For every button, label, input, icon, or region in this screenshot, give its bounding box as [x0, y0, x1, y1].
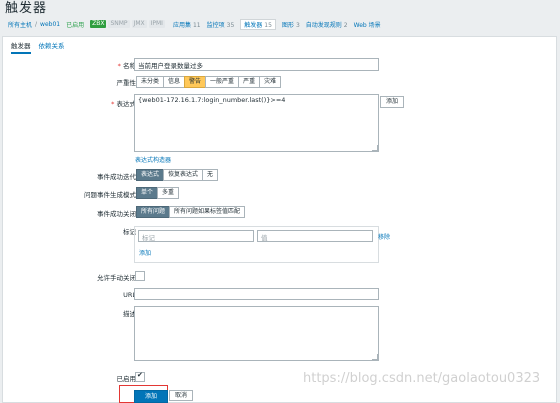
- severity-option-information[interactable]: 信息: [163, 76, 186, 88]
- name-input[interactable]: 当前用户登录数量过多: [134, 58, 379, 71]
- expression-add-button[interactable]: 添加: [380, 96, 405, 108]
- tag-value-input[interactable]: 值: [257, 230, 373, 242]
- ipmi-badge: IPMI: [148, 20, 165, 28]
- ok-event-option-expression[interactable]: 表达式: [136, 169, 165, 181]
- manual-close-checkbox[interactable]: [135, 271, 145, 281]
- nav-triggers[interactable]: 触发器 15: [240, 18, 276, 30]
- snmp-badge: SNMP: [108, 20, 130, 28]
- resize-handle[interactable]: [372, 145, 378, 151]
- description-resize-handle[interactable]: [372, 354, 378, 360]
- nav-applications[interactable]: 应用集 11: [173, 20, 201, 29]
- nav-web-scenarios[interactable]: Web 场景: [354, 20, 381, 29]
- ok-close-label: 事件成功关闭: [97, 210, 136, 218]
- cancel-button[interactable]: 取消: [169, 390, 194, 401]
- manual-close-label: 允许手动关闭: [97, 274, 136, 282]
- nav-items[interactable]: 监控项 35: [207, 20, 235, 29]
- breadcrumb-separator: /: [35, 20, 38, 28]
- severity-option-average[interactable]: 一般严重: [205, 76, 240, 88]
- severity-label: 严重性: [116, 79, 137, 87]
- zbx-badge: ZBX: [90, 20, 107, 28]
- all-hosts-link[interactable]: 所有主机: [8, 20, 32, 29]
- problem-mode-option-single[interactable]: 单个: [136, 187, 159, 199]
- problem-mode-label: 问题事件生成模式: [84, 191, 136, 199]
- severity-option-warning[interactable]: 警告: [184, 76, 207, 88]
- page-title: 触发器: [5, 1, 48, 16]
- url-input[interactable]: [134, 288, 379, 300]
- breadcrumb-nav: 所有主机 / web01 已启用 ZBX SNMP JMX IPMI 应用集 11…: [0, 17, 560, 31]
- form-tabs: 触发器 依赖关系: [11, 40, 65, 54]
- enabled-label: 已启用: [116, 375, 137, 383]
- expression-label: 表达式: [111, 98, 137, 108]
- host-link[interactable]: web01: [40, 21, 60, 28]
- ok-event-selector: 表达式 恢复表达式 无: [136, 169, 219, 181]
- enabled-checkbox[interactable]: [135, 371, 145, 382]
- severity-selector: 未分类 信息 警告 一般严重 严重 灾难: [136, 76, 282, 88]
- tag-remove-link[interactable]: 移除: [378, 232, 390, 241]
- ok-close-option-all[interactable]: 所有问题: [136, 206, 171, 218]
- ok-close-selector: 所有问题 所有问题如果标签值匹配: [136, 206, 246, 218]
- ok-event-option-none[interactable]: 无: [202, 169, 219, 181]
- jmx-badge: JMX: [131, 20, 147, 28]
- severity-option-high[interactable]: 严重: [238, 76, 261, 88]
- severity-option-disaster[interactable]: 灾难: [259, 76, 282, 88]
- submit-add-button[interactable]: 添加: [134, 390, 169, 403]
- tab-triggers[interactable]: 触发器: [11, 40, 31, 54]
- severity-option-not-classified[interactable]: 未分类: [136, 76, 165, 88]
- expression-textarea[interactable]: {web01-172.16.1.7:login_number.last()}>=…: [134, 94, 379, 152]
- tag-add-link[interactable]: 添加: [139, 248, 151, 257]
- nav-discovery-rules[interactable]: 自动发现规则 2: [306, 20, 348, 29]
- problem-mode-selector: 单个 多重: [136, 187, 180, 199]
- watermark: https://blog.csdn.net/gaolaotou0323: [303, 371, 541, 386]
- ok-event-option-recovery[interactable]: 恢复表达式: [163, 169, 204, 181]
- expression-builder-link[interactable]: 表达式构造器: [135, 155, 171, 164]
- tag-name-input[interactable]: 标记: [138, 230, 254, 242]
- ok-event-label: 事件成功迭代: [97, 173, 136, 181]
- ok-close-option-tag-match[interactable]: 所有问题如果标签值匹配: [169, 206, 246, 218]
- host-status[interactable]: 已启用: [66, 20, 84, 29]
- problem-mode-option-multiple[interactable]: 多重: [157, 187, 180, 199]
- tab-dependencies[interactable]: 依赖关系: [39, 40, 65, 54]
- description-textarea[interactable]: [134, 306, 379, 361]
- nav-graphs[interactable]: 图形 3: [282, 20, 300, 29]
